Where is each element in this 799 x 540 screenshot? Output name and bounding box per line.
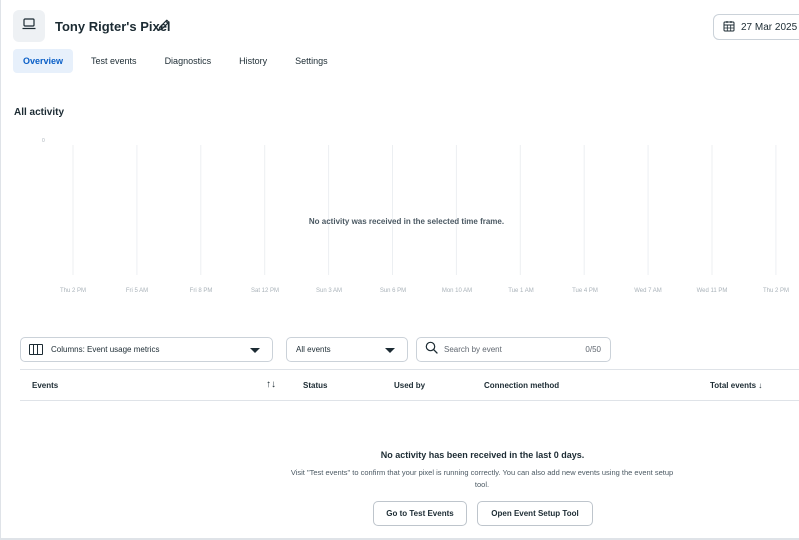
go-to-test-events-button[interactable]: Go to Test Events [373, 501, 467, 526]
x-axis-label: Fri 5 AM [125, 288, 149, 294]
column-header-events[interactable]: Events [32, 381, 58, 390]
pixel-title: Tony Rigter's Pixel [55, 19, 171, 34]
columns-dropdown-label: Columns: Event usage metrics [51, 345, 160, 354]
pencil-icon[interactable] [156, 17, 172, 33]
x-axis-label: Tue 1 AM [508, 288, 534, 294]
x-axis-label: Sun 6 PM [379, 288, 407, 294]
x-axis-label: Sun 3 AM [315, 288, 343, 294]
events-table-header: Events ↑↓ Status Used by Connection meth… [20, 369, 799, 401]
search-icon [425, 341, 438, 359]
event-search[interactable]: 0/50 [416, 337, 611, 362]
date-range-button[interactable]: 27 Mar 2025 - [713, 14, 799, 40]
x-axis-label: Tue 4 PM [572, 288, 598, 294]
caret-down-icon [385, 348, 395, 353]
activity-chart: 0 No activity was received in the select… [0, 125, 799, 315]
x-axis-label: Sat 12 PM [250, 288, 280, 294]
open-event-setup-tool-button[interactable]: Open Event Setup Tool [477, 501, 593, 526]
tab-test-events[interactable]: Test events [77, 49, 151, 73]
empty-state-description: Visit "Test events" to confirm that your… [290, 468, 674, 489]
calendar-icon [723, 20, 735, 35]
x-axis-label: Mon 10 AM [441, 288, 473, 294]
date-range-label: 27 Mar 2025 - [741, 21, 799, 33]
tab-history[interactable]: History [225, 49, 281, 73]
activity-chart-grid [72, 145, 777, 275]
sort-toggle-icon[interactable]: ↑↓ [266, 379, 276, 390]
x-axis-label: Fri 8 PM [189, 288, 213, 294]
column-header-total-events[interactable]: Total events ↓ [710, 381, 762, 390]
monitor-icon [22, 17, 36, 35]
tab-settings[interactable]: Settings [281, 49, 342, 73]
tab-diagnostics[interactable]: Diagnostics [151, 49, 226, 73]
search-input[interactable] [444, 345, 574, 354]
empty-state-title: No activity has been received in the las… [380, 450, 585, 460]
x-axis-label: Wed 11 PM [696, 288, 728, 294]
chart-empty-message: No activity was received in the selected… [308, 217, 505, 226]
columns-dropdown[interactable]: Columns: Event usage metrics [20, 337, 273, 362]
caret-down-icon [250, 348, 260, 353]
columns-icon [29, 344, 43, 355]
x-axis-label: Thu 2 PM [762, 288, 790, 294]
x-axis-label: Thu 2 PM [59, 288, 87, 294]
search-char-count: 0/50 [585, 345, 601, 354]
tab-bar: Overview Test events Diagnostics History… [13, 49, 342, 73]
tab-overview[interactable]: Overview [13, 49, 74, 73]
events-filter-dropdown[interactable]: All events [286, 337, 408, 362]
section-title-all-activity: All activity [14, 107, 65, 118]
pixel-badge [13, 10, 45, 42]
column-header-connection-method[interactable]: Connection method [484, 381, 559, 390]
x-axis-label: Wed 7 AM [634, 288, 662, 294]
column-header-used-by[interactable]: Used by [394, 381, 425, 390]
column-header-status[interactable]: Status [303, 381, 327, 390]
y-axis-tick: 0 [42, 138, 45, 144]
events-filter-label: All events [296, 345, 331, 354]
